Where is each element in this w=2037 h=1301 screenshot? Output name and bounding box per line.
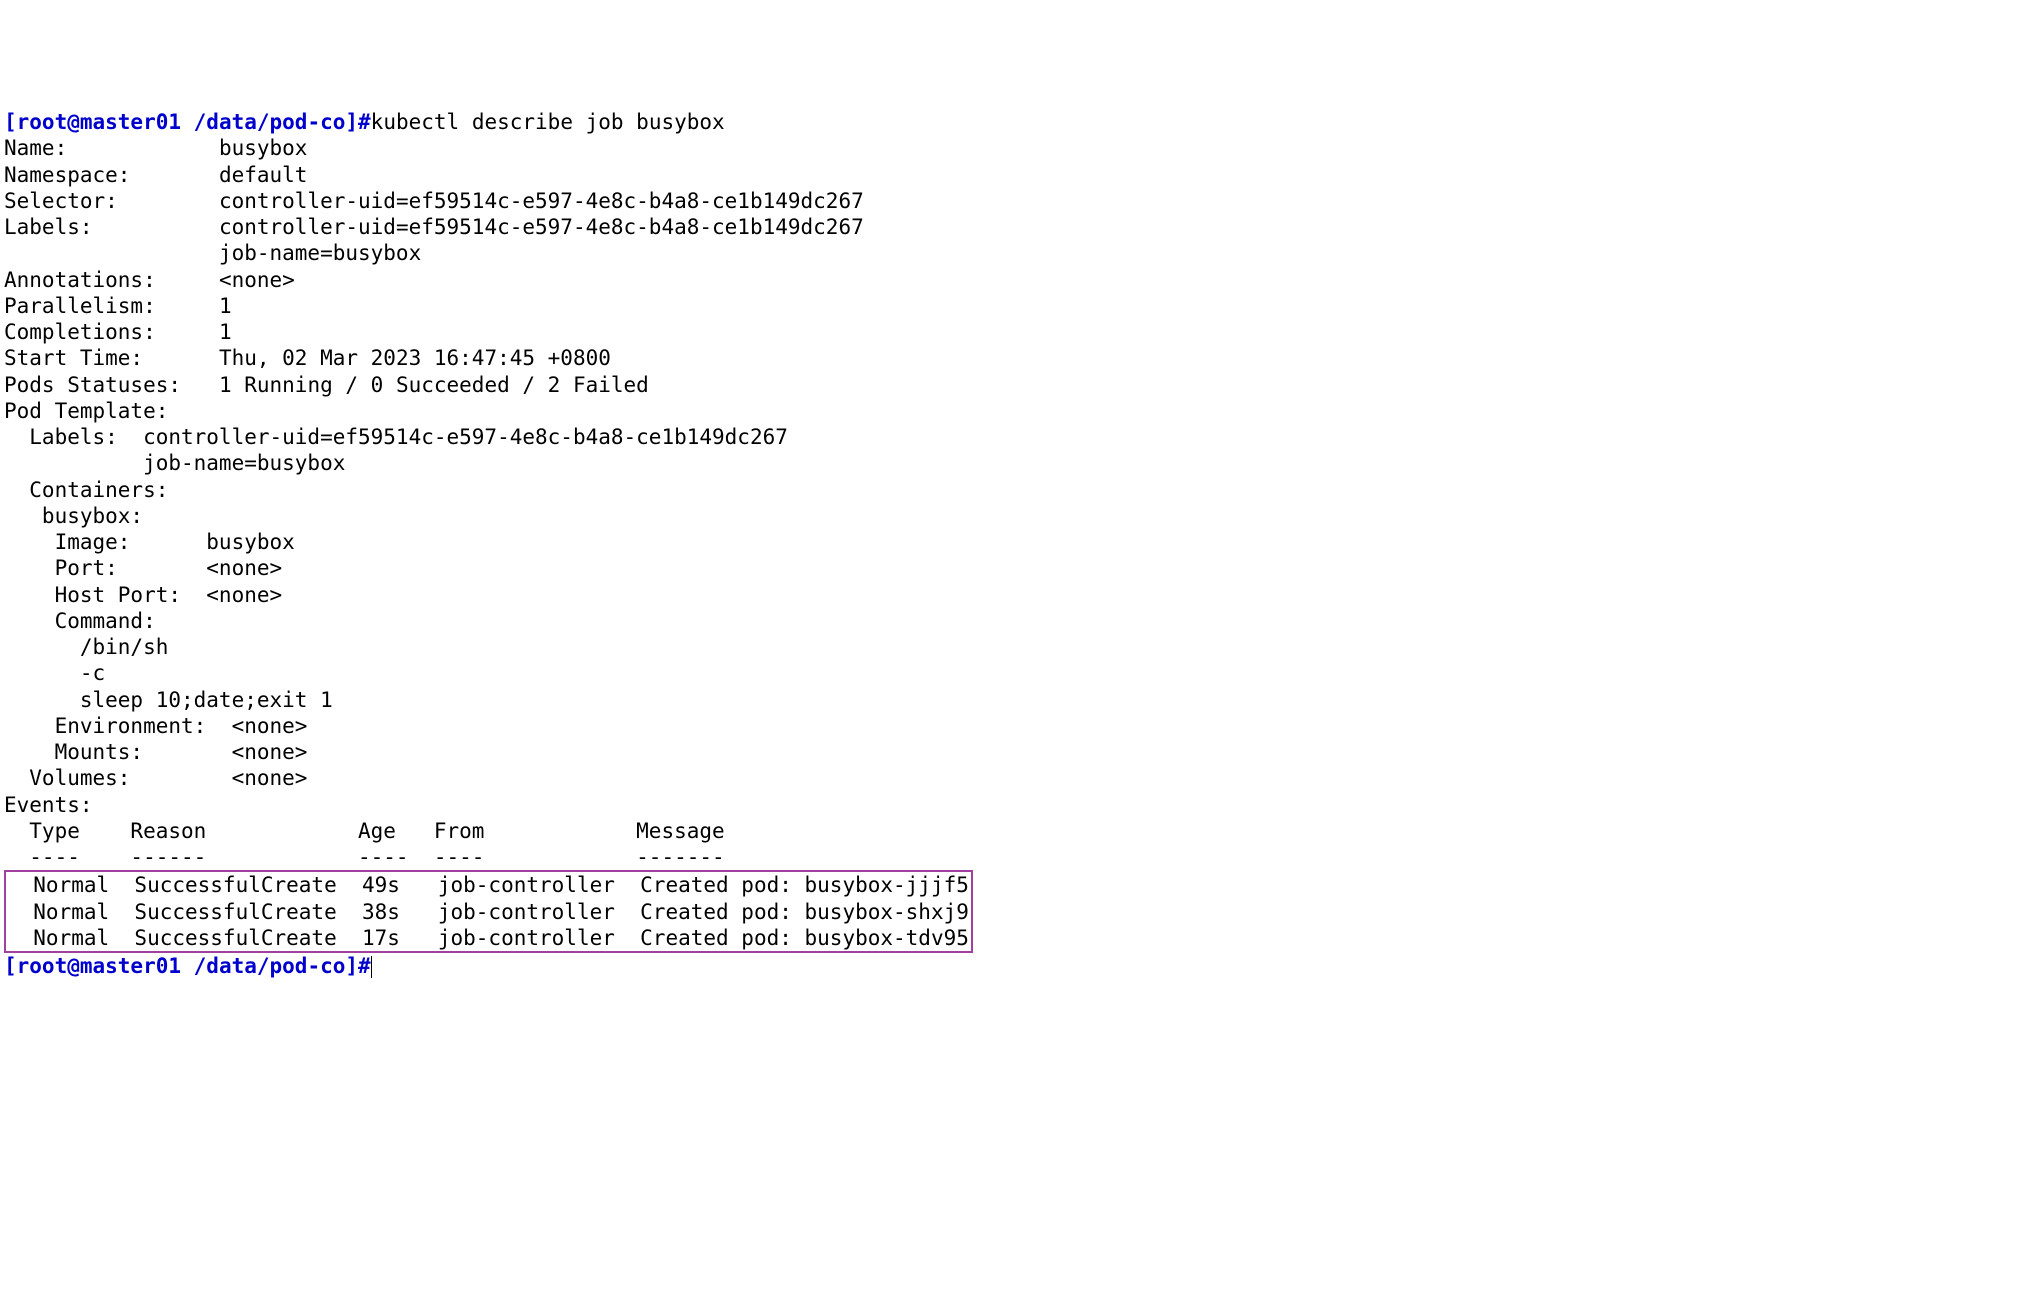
pt-labels-line1: Labels: controller-uid=ef59514c-e597-4e8… — [4, 425, 788, 449]
events-header: Type Reason Age From Message — [4, 819, 725, 843]
event-row-3: Normal SuccessfulCreate 17s job-controll… — [8, 926, 969, 950]
field-podtemplate-key: Pod Template: — [4, 399, 168, 423]
event-row-2: Normal SuccessfulCreate 38s job-controll… — [8, 900, 969, 924]
field-podstatuses-key: Pods Statuses: — [4, 373, 219, 397]
event-row-1: Normal SuccessfulCreate 49s job-controll… — [8, 873, 969, 897]
pt-port: Port: <none> — [4, 556, 282, 580]
events-highlight-box: Normal SuccessfulCreate 49s job-controll… — [4, 870, 973, 953]
prompt-hash-2: ]# — [345, 954, 370, 978]
pt-image: Image: busybox — [4, 530, 295, 554]
pt-container-name: busybox: — [4, 504, 143, 528]
pt-volumes: Volumes: <none> — [4, 766, 307, 790]
prompt-path-2: /data/pod-co — [194, 954, 346, 978]
prompt-user-host-2: [root@master01 — [4, 954, 194, 978]
field-labels-value-2: job-name=busybox — [4, 241, 421, 265]
field-name-key: Name: — [4, 136, 219, 160]
field-parallelism-key: Parallelism: — [4, 294, 219, 318]
field-annotations-key: Annotations: — [4, 268, 219, 292]
field-starttime-key: Start Time: — [4, 346, 219, 370]
pt-mounts: Mounts: <none> — [4, 740, 307, 764]
field-parallelism-value: 1 — [219, 294, 232, 318]
pt-cmd-arg2: -c — [4, 661, 105, 685]
terminal-output[interactable]: [root@master01 /data/pod-co]#kubectl des… — [4, 109, 2033, 979]
prompt-path: /data/pod-co — [194, 110, 346, 134]
cursor-icon — [371, 956, 372, 978]
field-namespace-key: Namespace: — [4, 163, 219, 187]
pt-command: Command: — [4, 609, 156, 633]
field-completions-key: Completions: — [4, 320, 219, 344]
field-labels-value-1: controller-uid=ef59514c-e597-4e8c-b4a8-c… — [219, 215, 864, 239]
pt-hostport: Host Port: <none> — [4, 583, 282, 607]
pt-cmd-arg3: sleep 10;date;exit 1 — [4, 688, 333, 712]
field-selector-key: Selector: — [4, 189, 219, 213]
field-namespace-value: default — [219, 163, 308, 187]
prompt-user-host: [root@master01 — [4, 110, 194, 134]
field-selector-value: controller-uid=ef59514c-e597-4e8c-b4a8-c… — [219, 189, 864, 213]
field-labels-key: Labels: — [4, 215, 219, 239]
field-annotations-value: <none> — [219, 268, 295, 292]
events-divider: ---- ------ ---- ---- ------- — [4, 845, 725, 869]
pt-containers: Containers: — [4, 478, 168, 502]
field-starttime-value: Thu, 02 Mar 2023 16:47:45 +0800 — [219, 346, 611, 370]
field-podstatuses-value: 1 Running / 0 Succeeded / 2 Failed — [219, 373, 649, 397]
events-key: Events: — [4, 793, 93, 817]
prompt-hash: ]# — [345, 110, 370, 134]
pt-environment: Environment: <none> — [4, 714, 307, 738]
pt-cmd-arg1: /bin/sh — [4, 635, 168, 659]
pt-labels-line2: job-name=busybox — [4, 451, 345, 475]
command-text: kubectl describe job busybox — [371, 110, 725, 134]
field-completions-value: 1 — [219, 320, 232, 344]
field-name-value: busybox — [219, 136, 308, 160]
